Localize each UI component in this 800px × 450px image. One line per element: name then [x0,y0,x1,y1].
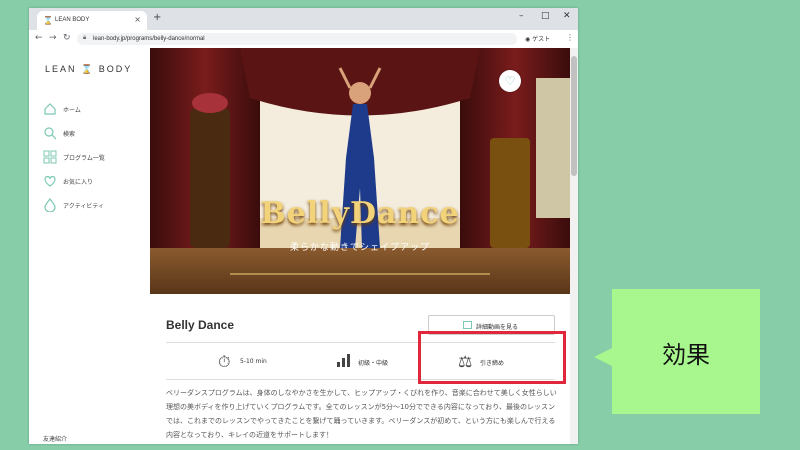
sidebar-item-programs[interactable]: プログラム一覧 [43,150,143,166]
sidebar: LEAN ⌛ BODY ホーム 検索 プログラム一覧 お気に入り アクティビティ… [29,48,151,444]
minimize-button[interactable]: – [519,11,524,21]
profile-icon: ◉ [525,36,531,43]
sidebar-item-label: お気に入り [63,179,94,186]
profile-label: ゲスト [532,36,551,43]
reload-icon[interactable]: ↻ [63,33,71,43]
lock-icon: 🔒︎ [83,35,87,41]
sidebar-item-label: ホーム [63,107,81,114]
sidebar-item-favorites[interactable]: お気に入り [43,174,143,190]
watch-video-label: 詳細動画を見る [476,324,519,331]
back-icon[interactable]: ← [35,33,43,43]
callout-pointer [594,348,612,366]
scrollbar-thumb[interactable] [571,56,577,176]
sidebar-item-label: 検索 [63,131,76,138]
level-label: 初級・中級 [358,360,389,367]
sidebar-item-label: プログラム一覧 [63,155,105,162]
callout-label: 効果 [662,341,710,369]
sidebar-item-label: アクティビティ [63,203,104,210]
tab-title: LEAN BODY [55,17,90,23]
logo[interactable]: LEAN ⌛ BODY [45,64,132,75]
sidebar-item-home[interactable]: ホーム [43,102,143,118]
level-bars-icon [337,354,350,367]
favorite-heart-button[interactable]: ♡ [499,70,521,92]
search-icon [44,127,57,140]
duration-label: 5-10 min [240,358,267,365]
home-icon [44,103,56,115]
hero-title: BellyDance [260,196,460,231]
hourglass-icon: ⌛ [43,16,53,25]
scrollbar[interactable] [570,48,578,444]
address-bar[interactable]: 🔒︎ lean-body.jp/programs/belly-dance/nor… [77,33,517,45]
hero-subtitle: 柔らかな動きでシェイプアップ [289,243,430,253]
main-content: BellyDance 柔らかな動きでシェイプアップ ♡ Belly Dance … [150,48,578,444]
new-tab-button[interactable]: + [153,12,161,23]
video-icon [463,321,472,329]
hero-banner: BellyDance 柔らかな動きでシェイプアップ ♡ [150,48,570,294]
stopwatch-icon: ⏱ [218,352,231,371]
effect-highlight-box [418,331,566,384]
grid-icon [43,150,57,164]
address-bar-row: ← → ↻ 🔒︎ lean-body.jp/programs/belly-dan… [29,30,578,49]
tab-close-button[interactable]: × [134,15,141,24]
sidebar-item-search[interactable]: 検索 [43,126,143,142]
tab-bar: ⌛ LEAN BODY × + – □ ✕ [29,8,578,30]
browser-tab[interactable]: ⌛ LEAN BODY × [37,11,147,30]
friend-referral-link[interactable]: 友達紹介 [43,434,67,443]
heart-icon [44,175,56,187]
forward-icon[interactable]: → [49,33,57,43]
maximize-button[interactable]: □ [541,11,550,21]
program-title: Belly Dance [166,318,235,332]
program-description: ベリーダンスプログラムは、身体のしなやかさを生かして、ヒップアップ・くびれを作り… [166,389,557,439]
url-text: lean-body.jp/programs/belly-dance/normal [93,36,205,42]
drop-icon [44,198,56,212]
heart-icon: ♡ [504,74,516,88]
close-window-button[interactable]: ✕ [563,11,571,21]
kebab-menu-icon[interactable]: ⋮ [566,33,574,42]
sidebar-item-activity[interactable]: アクティビティ [43,198,143,214]
profile-button[interactable]: ◉ ゲスト [525,34,550,43]
